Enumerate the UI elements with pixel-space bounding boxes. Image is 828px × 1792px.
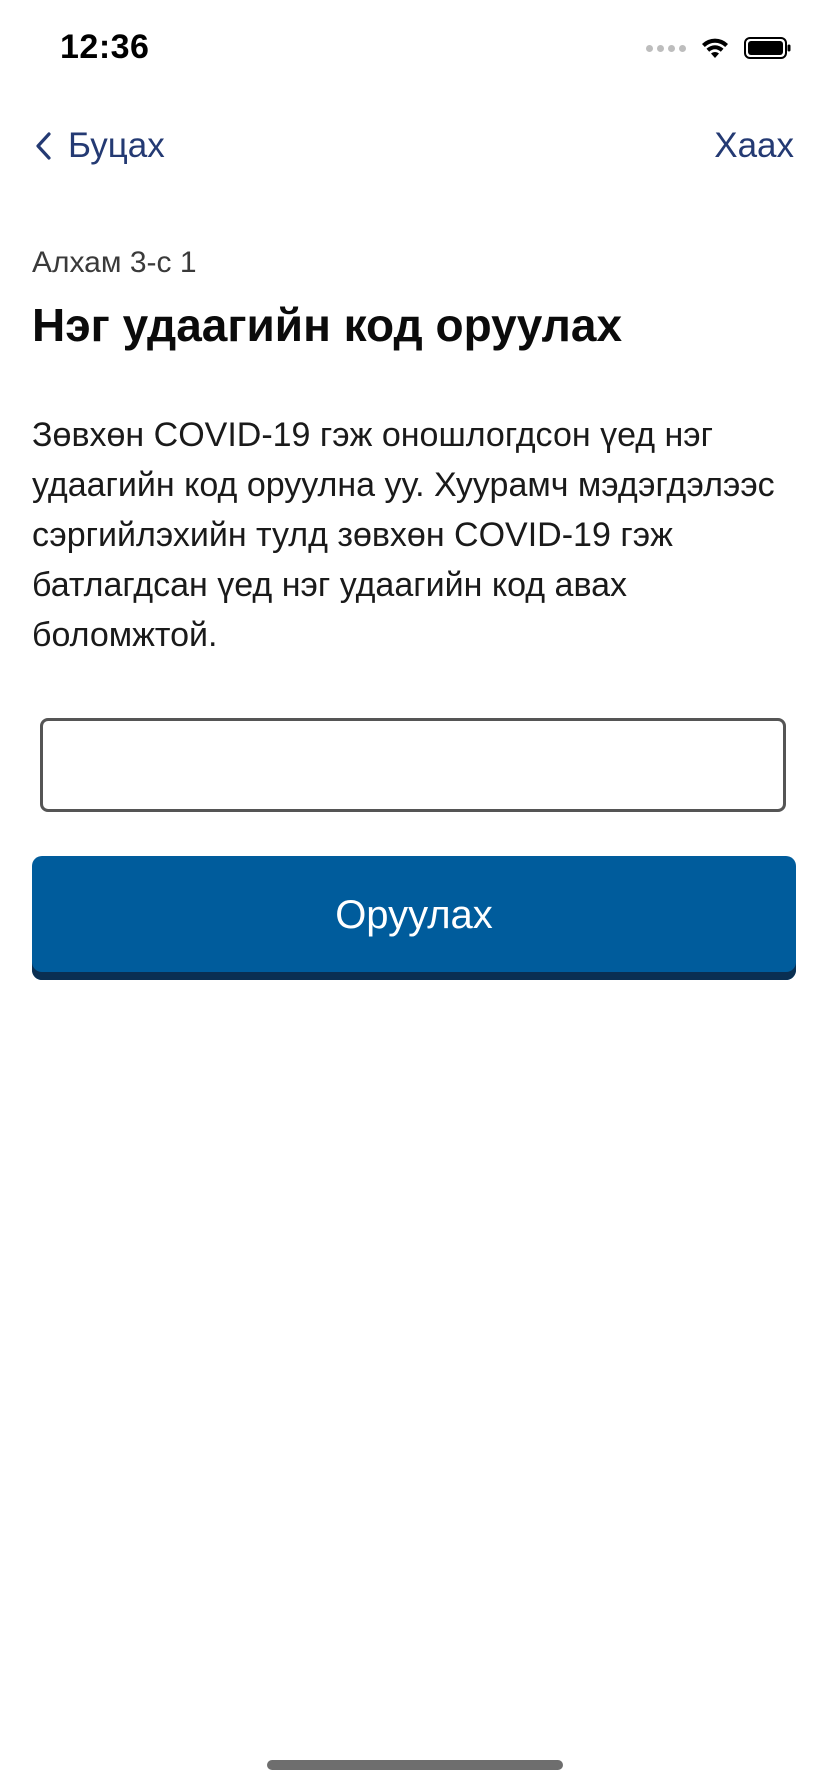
page-title: Нэг удаагийн код оруулах <box>32 299 623 351</box>
back-label: Буцах <box>68 126 165 165</box>
nav-bar: Буцах Хаах <box>0 120 828 190</box>
wifi-icon <box>700 36 730 60</box>
status-icons <box>646 36 792 60</box>
back-button[interactable]: Буцах <box>34 126 165 166</box>
submit-button[interactable]: Оруулах <box>32 856 796 980</box>
chevron-left-icon <box>34 131 52 161</box>
step-indicator: Алхам 3-с 1 <box>32 246 197 279</box>
code-input[interactable] <box>40 718 786 812</box>
battery-icon <box>744 36 792 60</box>
signal-icon <box>646 44 686 52</box>
status-bar: 12:36 <box>0 0 828 100</box>
status-time: 12:36 <box>60 28 150 66</box>
home-indicator <box>267 1760 563 1770</box>
close-button[interactable]: Хаах <box>714 126 794 166</box>
description-text: Зөвхөн COVID-19 гэж оношлогдсон үед нэг … <box>32 416 775 654</box>
